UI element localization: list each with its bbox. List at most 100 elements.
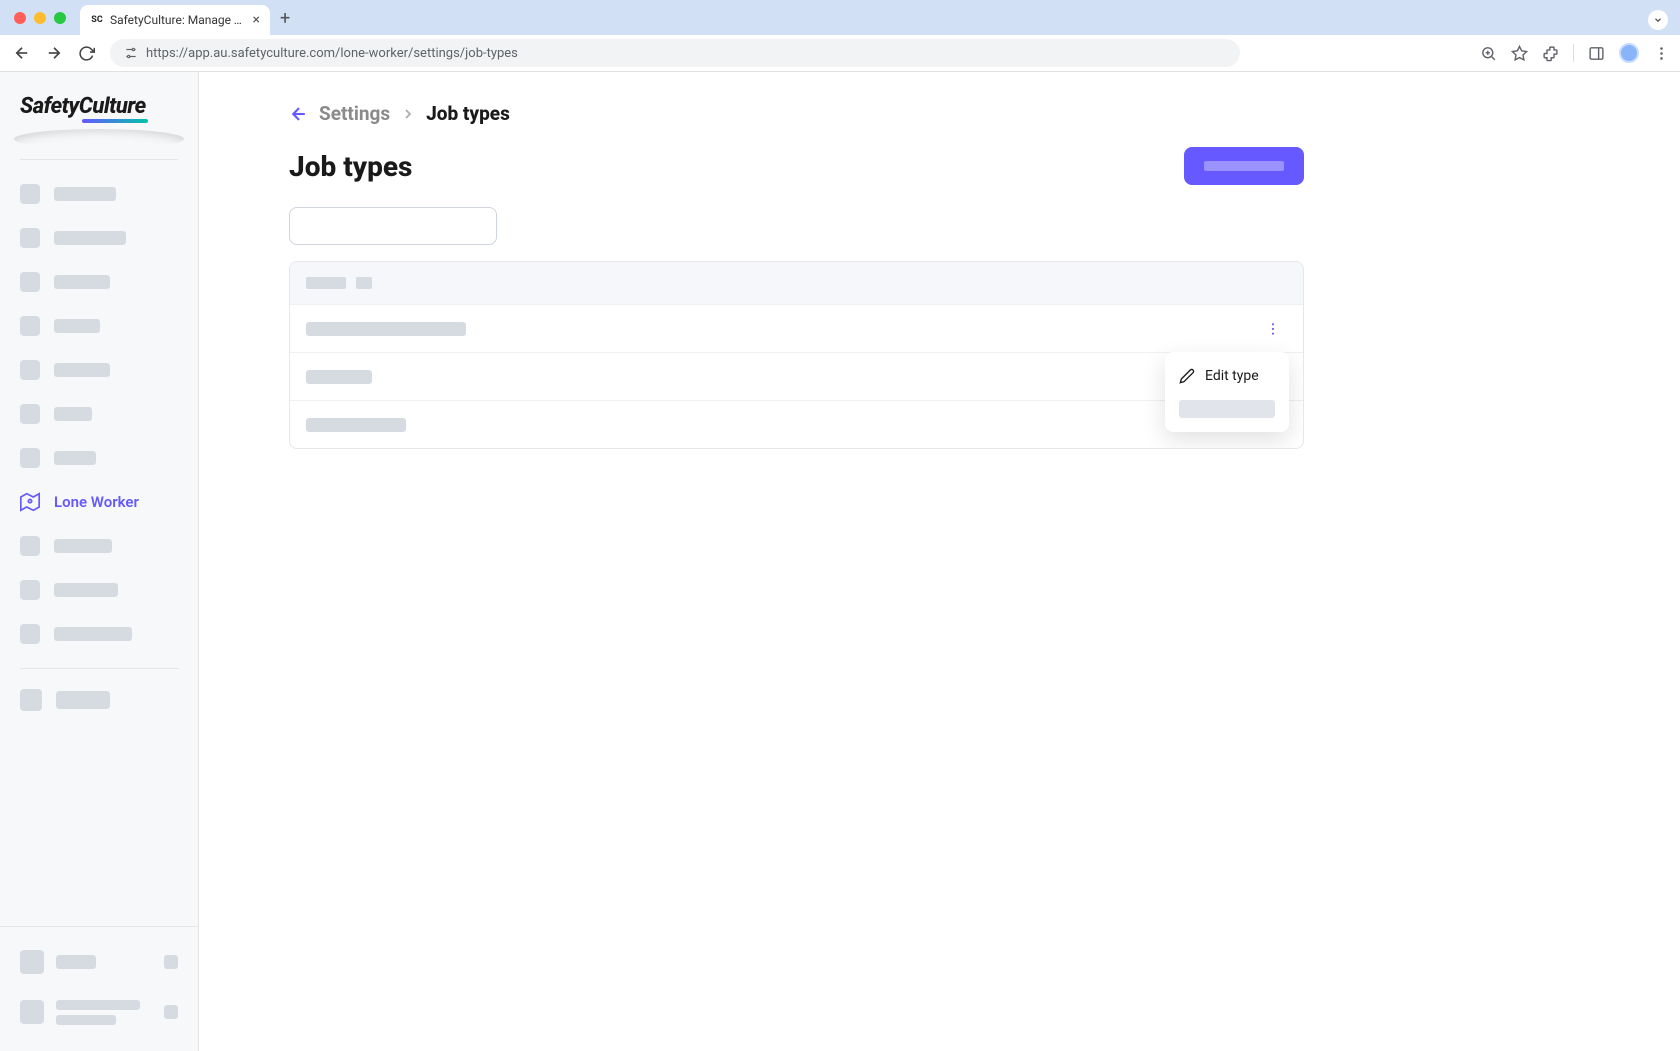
tabs-dropdown-button[interactable]: [1648, 10, 1668, 30]
sidebar-item[interactable]: [0, 304, 198, 348]
divider: [20, 159, 178, 160]
nav-label: [54, 231, 126, 245]
tab-bar: SC SafetyCulture: Manage Teams and... × …: [0, 0, 1680, 35]
back-button[interactable]: [10, 41, 34, 65]
chrome-actions: [1480, 43, 1670, 63]
main-content: Settings Job types Job types: [199, 72, 1680, 1051]
forward-button[interactable]: [42, 41, 66, 65]
window-controls: [14, 12, 66, 24]
nav-label: [54, 451, 96, 465]
nav-label: [54, 275, 110, 289]
page-header: Job types: [289, 147, 1304, 185]
sidebar: SafetyCulture Lone Worker: [0, 72, 199, 1051]
zoom-icon[interactable]: [1480, 45, 1497, 62]
footer-sublabel: [56, 1015, 116, 1025]
sort-icon[interactable]: [356, 277, 372, 289]
nav-label: [54, 583, 118, 597]
row-actions-dropdown: Edit type: [1165, 352, 1289, 432]
new-tab-button[interactable]: +: [280, 8, 290, 29]
footer-label: [56, 955, 96, 969]
app-root: SafetyCulture Lone Worker: [0, 72, 1680, 1051]
nav-icon: [20, 580, 40, 600]
nav-icon: [20, 360, 40, 380]
row-menu-button[interactable]: [1261, 317, 1285, 341]
menu-item[interactable]: [1179, 400, 1275, 418]
logo-text: SafetyCulture: [20, 94, 146, 119]
window-maximize-button[interactable]: [54, 12, 66, 24]
nav-icon: [20, 624, 40, 644]
button-label: [1204, 161, 1284, 171]
job-types-table: Edit type: [289, 261, 1304, 449]
window-minimize-button[interactable]: [34, 12, 46, 24]
menu-item-label: Edit type: [1205, 368, 1259, 384]
url-text: https://app.au.safetyculture.com/lone-wo…: [146, 46, 518, 61]
table-row[interactable]: [290, 352, 1303, 400]
nav-list: Lone Worker: [0, 166, 198, 662]
tab-title: SafetyCulture: Manage Teams and...: [110, 13, 247, 27]
footer-icon: [20, 1000, 44, 1024]
nav-label: [54, 363, 110, 377]
sidebar-item[interactable]: [0, 216, 198, 260]
nav-label: [54, 319, 100, 333]
nav-icon: [20, 316, 40, 336]
divider: [20, 668, 178, 669]
search-input[interactable]: [289, 207, 497, 245]
nav-label: [54, 407, 92, 421]
side-panel-icon[interactable]: [1588, 45, 1605, 62]
nav-icon: [20, 404, 40, 424]
sidebar-item[interactable]: [0, 348, 198, 392]
logo[interactable]: SafetyCulture: [0, 72, 198, 129]
breadcrumb-current: Job types: [426, 102, 510, 125]
sidebar-item[interactable]: [0, 172, 198, 216]
table-row[interactable]: [290, 400, 1303, 448]
sidebar-item[interactable]: [0, 392, 198, 436]
breadcrumb-back-button[interactable]: [289, 104, 309, 124]
chevron-right-icon: [400, 106, 416, 122]
sidebar-item[interactable]: [0, 524, 198, 568]
nav-icon: [20, 536, 40, 556]
sidebar-item[interactable]: [0, 568, 198, 612]
divider: [1573, 44, 1574, 62]
reload-button[interactable]: [74, 41, 98, 65]
nav-label: [56, 691, 110, 709]
browser-tab[interactable]: SC SafetyCulture: Manage Teams and... ×: [80, 5, 270, 35]
nav-label: [54, 627, 132, 641]
footer-trail-icon: [164, 955, 178, 969]
sidebar-item[interactable]: [0, 612, 198, 656]
nav-label: [54, 539, 112, 553]
footer-label: [56, 1000, 140, 1010]
site-settings-icon[interactable]: [124, 46, 138, 60]
profile-avatar[interactable]: [1619, 43, 1639, 63]
breadcrumb: Settings Job types: [289, 102, 1304, 125]
sidebar-item-lone-worker[interactable]: Lone Worker: [0, 480, 198, 524]
sidebar-footer-item[interactable]: [0, 987, 198, 1037]
pencil-icon: [1179, 368, 1195, 384]
cell-value: [306, 418, 406, 432]
table-header: [290, 262, 1303, 304]
tab-favicon: SC: [90, 13, 104, 27]
footer-icon: [20, 950, 44, 974]
create-button[interactable]: [1184, 147, 1304, 185]
breadcrumb-settings-link[interactable]: Settings: [319, 102, 390, 125]
url-field[interactable]: https://app.au.safetyculture.com/lone-wo…: [110, 39, 1240, 67]
window-close-button[interactable]: [14, 12, 26, 24]
bookmark-icon[interactable]: [1511, 45, 1528, 62]
browser-chrome: SC SafetyCulture: Manage Teams and... × …: [0, 0, 1680, 72]
nav-icon: [20, 228, 40, 248]
table-row[interactable]: [290, 304, 1303, 352]
cell-value: [306, 370, 372, 384]
edit-type-menu-item[interactable]: Edit type: [1165, 358, 1289, 394]
sidebar-footer-item[interactable]: [0, 937, 198, 987]
sidebar-footer: [0, 926, 198, 1051]
sidebar-item[interactable]: [0, 260, 198, 304]
sidebar-item[interactable]: [0, 675, 198, 725]
sidebar-item[interactable]: [0, 436, 198, 480]
column-header[interactable]: [306, 277, 346, 289]
nav-icon: [20, 448, 40, 468]
chrome-menu-icon[interactable]: [1653, 45, 1670, 62]
tab-close-button[interactable]: ×: [253, 12, 260, 28]
cell-value: [306, 322, 466, 336]
nav-label: [54, 187, 116, 201]
page-title: Job types: [289, 150, 412, 183]
extensions-icon[interactable]: [1542, 45, 1559, 62]
